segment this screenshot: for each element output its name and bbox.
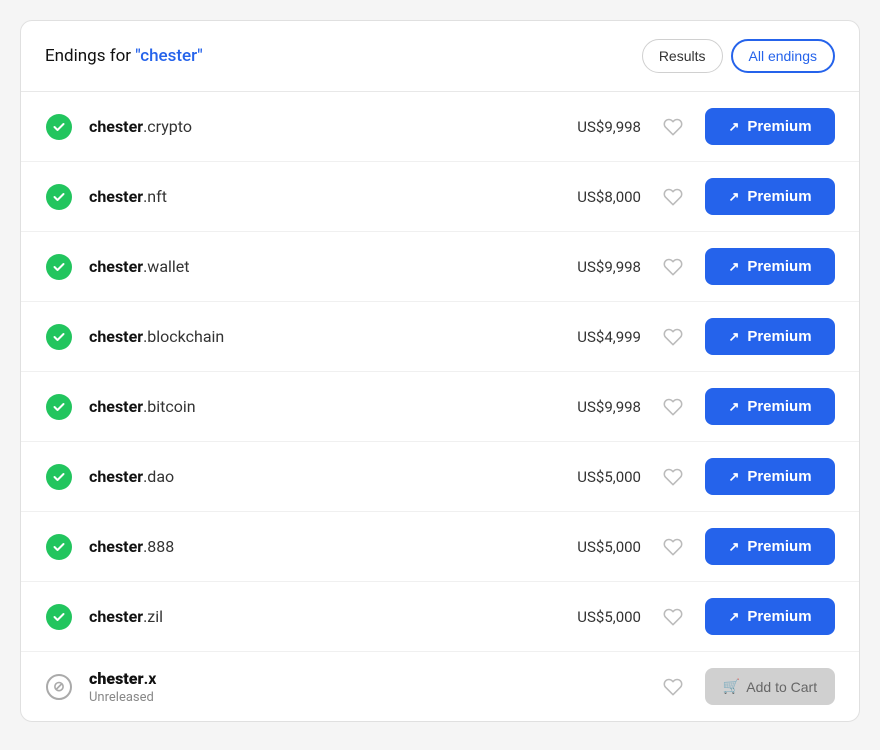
domain-price: US$5,000 <box>541 468 641 486</box>
domain-price: US$9,998 <box>541 398 641 416</box>
table-row: chester.blockchain US$4,999 ↗Premium <box>21 302 859 372</box>
title-prefix: Endings for <box>45 46 135 66</box>
domain-name: chester.zil <box>89 607 525 626</box>
premium-button[interactable]: ↗Premium <box>705 318 835 355</box>
arrow-up-right-icon: ↗ <box>728 469 739 485</box>
table-row: chester.888 US$5,000 ↗Premium <box>21 512 859 582</box>
domain-list: chester.crypto US$9,998 ↗Premium chester.n… <box>21 92 859 721</box>
favorite-icon[interactable] <box>657 607 689 627</box>
premium-button[interactable]: ↗Premium <box>705 598 835 635</box>
table-row: chester.dao US$5,000 ↗Premium <box>21 442 859 512</box>
arrow-up-right-icon: ↗ <box>728 609 739 625</box>
domain-name: chester.blockchain <box>89 327 525 346</box>
add-to-cart-button[interactable]: 🛒Add to Cart <box>705 668 835 705</box>
domain-price: US$5,000 <box>541 538 641 556</box>
favorite-icon[interactable] <box>657 537 689 557</box>
available-icon <box>45 183 73 211</box>
favorite-icon[interactable] <box>657 397 689 417</box>
available-icon <box>45 603 73 631</box>
domain-name: chester.888 <box>89 537 525 556</box>
domain-name: chester.x Unreleased <box>89 669 525 705</box>
table-row: chester.wallet US$9,998 ↗Premium <box>21 232 859 302</box>
domain-price: US$9,998 <box>541 118 641 136</box>
domain-name: chester.nft <box>89 187 525 206</box>
favorite-icon[interactable] <box>657 677 689 697</box>
available-icon <box>45 393 73 421</box>
header-buttons: Results All endings <box>642 39 835 73</box>
arrow-up-right-icon: ↗ <box>728 259 739 275</box>
favorite-icon[interactable] <box>657 117 689 137</box>
results-button[interactable]: Results <box>642 39 723 73</box>
domain-label: chester.x <box>89 669 525 688</box>
favorite-icon[interactable] <box>657 187 689 207</box>
table-row: chester.bitcoin US$9,998 ↗Premium <box>21 372 859 442</box>
title-query: "chester" <box>135 46 202 66</box>
all-endings-button[interactable]: All endings <box>731 39 836 73</box>
available-icon <box>45 253 73 281</box>
arrow-up-right-icon: ↗ <box>728 329 739 345</box>
available-icon <box>45 533 73 561</box>
arrow-up-right-icon: ↗ <box>728 119 739 135</box>
available-icon <box>45 463 73 491</box>
table-row: chester.crypto US$9,998 ↗Premium <box>21 92 859 162</box>
domain-name: chester.dao <box>89 467 525 486</box>
domain-price: US$4,999 <box>541 328 641 346</box>
table-row: chester.nft US$8,000 ↗Premium <box>21 162 859 232</box>
arrow-up-right-icon: ↗ <box>728 399 739 415</box>
favorite-icon[interactable] <box>657 467 689 487</box>
domain-price: US$9,998 <box>541 258 641 276</box>
blocked-icon: ⊘ <box>45 673 73 701</box>
domain-name: chester.crypto <box>89 117 525 136</box>
table-row: ⊘ chester.x Unreleased 🛒Add to Cart <box>21 652 859 721</box>
premium-button[interactable]: ↗Premium <box>705 248 835 285</box>
arrow-up-right-icon: ↗ <box>728 539 739 555</box>
premium-button[interactable]: ↗Premium <box>705 388 835 425</box>
favorite-icon[interactable] <box>657 327 689 347</box>
available-icon <box>45 113 73 141</box>
premium-button[interactable]: ↗Premium <box>705 528 835 565</box>
premium-button[interactable]: ↗Premium <box>705 178 835 215</box>
premium-button[interactable]: ↗Premium <box>705 108 835 145</box>
domain-price: US$8,000 <box>541 188 641 206</box>
favorite-icon[interactable] <box>657 257 689 277</box>
domain-name: chester.wallet <box>89 257 525 276</box>
table-row: chester.zil US$5,000 ↗Premium <box>21 582 859 652</box>
unreleased-tag: Unreleased <box>89 690 525 705</box>
domain-price: US$5,000 <box>541 608 641 626</box>
header: Endings for "chester" Results All ending… <box>21 21 859 92</box>
domain-name: chester.bitcoin <box>89 397 525 416</box>
cart-icon: 🛒 <box>723 678 740 695</box>
available-icon <box>45 323 73 351</box>
premium-button[interactable]: ↗Premium <box>705 458 835 495</box>
main-container: Endings for "chester" Results All ending… <box>20 20 860 722</box>
page-title: Endings for "chester" <box>45 46 203 66</box>
arrow-up-right-icon: ↗ <box>728 189 739 205</box>
